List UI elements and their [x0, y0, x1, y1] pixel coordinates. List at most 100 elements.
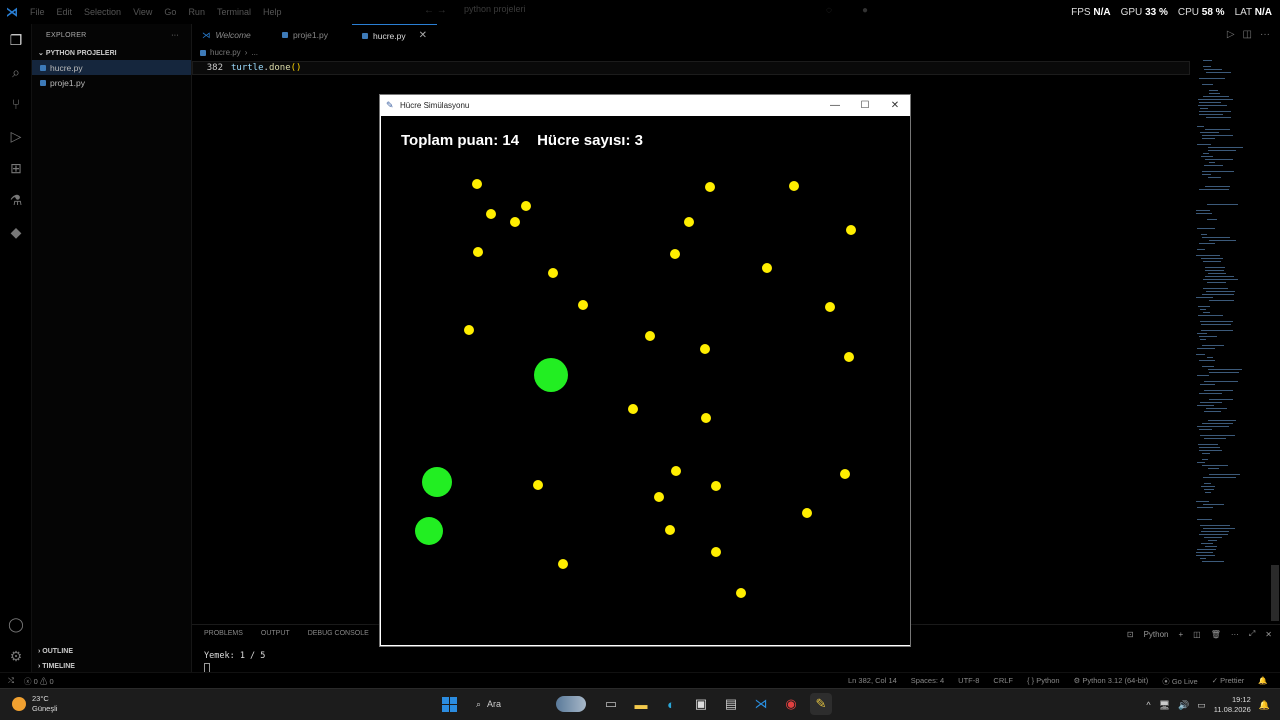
more-actions-icon[interactable]: ···: [1231, 630, 1239, 639]
windows-taskbar: 23°C Güneşli ⌕ Ara ▭ ▬ ◐ ▣ ▤ ⋊ ◉ ✎ ^ 🖥 🔊…: [0, 688, 1280, 720]
breadcrumb-rest[interactable]: ...: [251, 48, 258, 57]
edge-browser-icon[interactable]: ◐: [660, 693, 682, 715]
split-terminal-icon[interactable]: ◫: [1193, 630, 1201, 639]
problems-status[interactable]: ⓧ 0 ⚠ 0: [24, 676, 54, 687]
more-actions-icon[interactable]: ···: [1260, 29, 1270, 40]
vscode-tab-icon: ⋊: [202, 29, 211, 40]
command-center-label: python projeleri: [464, 4, 526, 14]
tab-welcome[interactable]: ⋊ Welcome: [192, 24, 272, 46]
vscode-taskbar-icon[interactable]: ⋊: [750, 693, 772, 715]
close-icon[interactable]: ✕: [880, 95, 910, 115]
python-file-icon: [40, 64, 46, 71]
indentation[interactable]: Spaces: 4: [911, 676, 944, 687]
menu-help[interactable]: Help: [257, 7, 288, 17]
volume-icon[interactable]: 🔊: [1178, 700, 1189, 711]
breadcrumb-file[interactable]: hucre.py: [210, 48, 241, 57]
minimap-line: [1205, 159, 1233, 160]
weather-widget[interactable]: 23°C Güneşli: [12, 694, 57, 714]
language-mode[interactable]: { } Python: [1027, 676, 1060, 687]
file-label: proje1.py: [50, 77, 85, 88]
network-icon[interactable]: 🖥: [1159, 700, 1170, 711]
chevron-up-icon[interactable]: ^: [1146, 700, 1150, 710]
source-control-icon[interactable]: ⑂: [0, 88, 32, 120]
food-pellet: [736, 588, 746, 598]
run-file-icon[interactable]: ▷: [1227, 29, 1235, 40]
chrome-icon[interactable]: ◉: [780, 693, 802, 715]
minimap-line: [1206, 291, 1235, 292]
task-view-icon[interactable]: ▭: [600, 693, 622, 715]
food-pellet: [671, 466, 681, 476]
file-item-hucre[interactable]: hucre.py: [32, 60, 191, 75]
menu-edit[interactable]: Edit: [51, 7, 79, 17]
search-icon[interactable]: ⌕: [0, 56, 32, 88]
workspace-folder[interactable]: ⌄ PYTHON PROJELERI: [32, 46, 191, 60]
python-turtle-taskbar-icon[interactable]: ✎: [810, 693, 832, 715]
minimap[interactable]: [1192, 60, 1252, 570]
close-panel-icon[interactable]: ✕: [1265, 630, 1272, 639]
arrow-left-icon[interactable]: ←: [424, 5, 434, 16]
file-item-proje1[interactable]: proje1.py: [32, 75, 191, 90]
start-button[interactable]: [438, 693, 460, 715]
tab-proje1[interactable]: proje1.py: [272, 24, 352, 46]
remote-icon[interactable]: ⤭: [8, 676, 14, 687]
run-debug-icon[interactable]: ▷: [0, 120, 32, 152]
extensions-icon[interactable]: ⊞: [0, 152, 32, 184]
tab-output[interactable]: OUTPUT: [261, 630, 290, 637]
tab-hucre[interactable]: hucre.py ✕: [352, 24, 437, 46]
notifications-icon[interactable]: 🔔: [1259, 700, 1270, 711]
split-editor-icon[interactable]: ◫: [1243, 29, 1252, 40]
menu-go[interactable]: Go: [158, 7, 182, 17]
notifications-bell-icon[interactable]: 🔔: [1258, 676, 1267, 687]
explorer-icon[interactable]: ❐: [0, 24, 32, 56]
minimize-icon[interactable]: —: [820, 95, 850, 115]
prettier[interactable]: ✓ Prettier: [1212, 676, 1245, 687]
more-actions-icon[interactable]: ···: [171, 32, 179, 39]
minimap-line: [1196, 354, 1205, 355]
gpu-readout: GPU 33 %: [1121, 7, 1168, 18]
python-icon[interactable]: ◆: [0, 216, 32, 248]
food-pellet: [578, 300, 588, 310]
close-tab-icon[interactable]: ✕: [419, 30, 427, 41]
outline-section[interactable]: › OUTLINE: [32, 644, 192, 659]
minimap-line: [1206, 117, 1231, 118]
store-icon[interactable]: ▣: [690, 693, 712, 715]
encoding[interactable]: UTF-8: [958, 676, 979, 687]
title-icons: ◌ ●: [826, 5, 868, 16]
new-terminal-icon[interactable]: +: [1179, 630, 1184, 639]
battery-icon[interactable]: ▭: [1197, 700, 1206, 711]
menu-selection[interactable]: Selection: [78, 7, 127, 17]
interpreter[interactable]: ⚙ Python 3.12 (64-bit): [1074, 676, 1149, 687]
menu-file[interactable]: File: [24, 7, 51, 17]
go-live[interactable]: ⦿ Go Live: [1162, 676, 1197, 687]
minimap-line: [1197, 333, 1207, 334]
tab-debug-console[interactable]: DEBUG CONSOLE: [308, 630, 369, 637]
account-icon[interactable]: ◯: [0, 608, 32, 640]
clock[interactable]: 19:12 11.08.2026: [1214, 695, 1251, 715]
simulation-canvas[interactable]: Toplam puan: 14 Hücre sayısı: 3: [381, 116, 910, 645]
menu-terminal[interactable]: Terminal: [211, 7, 257, 17]
food-pellet: [705, 182, 715, 192]
turtle-window-titlebar[interactable]: ✎ Hücre Simülasyonu — ☐ ✕: [380, 95, 910, 115]
testing-icon[interactable]: ⚗: [0, 184, 32, 216]
kill-terminal-icon[interactable]: 🗑: [1211, 630, 1221, 639]
taskbar-search[interactable]: ⌕ Ara: [468, 693, 592, 715]
command-center-search[interactable]: python projeleri: [442, 4, 862, 19]
maximize-icon[interactable]: ☐: [850, 95, 880, 115]
minimap-line: [1202, 345, 1224, 346]
end-of-line[interactable]: CRLF: [993, 676, 1013, 687]
copilot-icon[interactable]: ◌: [826, 5, 832, 16]
account-icon[interactable]: ●: [862, 5, 868, 16]
maximize-panel-icon[interactable]: ⤢: [1249, 629, 1255, 639]
editor-scrollbar[interactable]: [1271, 565, 1279, 621]
code-line[interactable]: 382 turtle. done(): [192, 61, 1190, 75]
minimap-line: [1202, 459, 1208, 460]
calculator-icon[interactable]: ▤: [720, 693, 742, 715]
file-explorer-icon[interactable]: ▬: [630, 693, 652, 715]
terminal-shell-label[interactable]: Python: [1144, 630, 1169, 639]
menu-run[interactable]: Run: [182, 7, 211, 17]
cursor-position[interactable]: Ln 382, Col 14: [848, 676, 897, 687]
tab-problems[interactable]: PROBLEMS: [204, 630, 243, 637]
menu-view[interactable]: View: [127, 7, 158, 17]
search-icon: ⌕: [476, 698, 482, 709]
settings-gear-icon[interactable]: ⚙: [0, 640, 32, 672]
